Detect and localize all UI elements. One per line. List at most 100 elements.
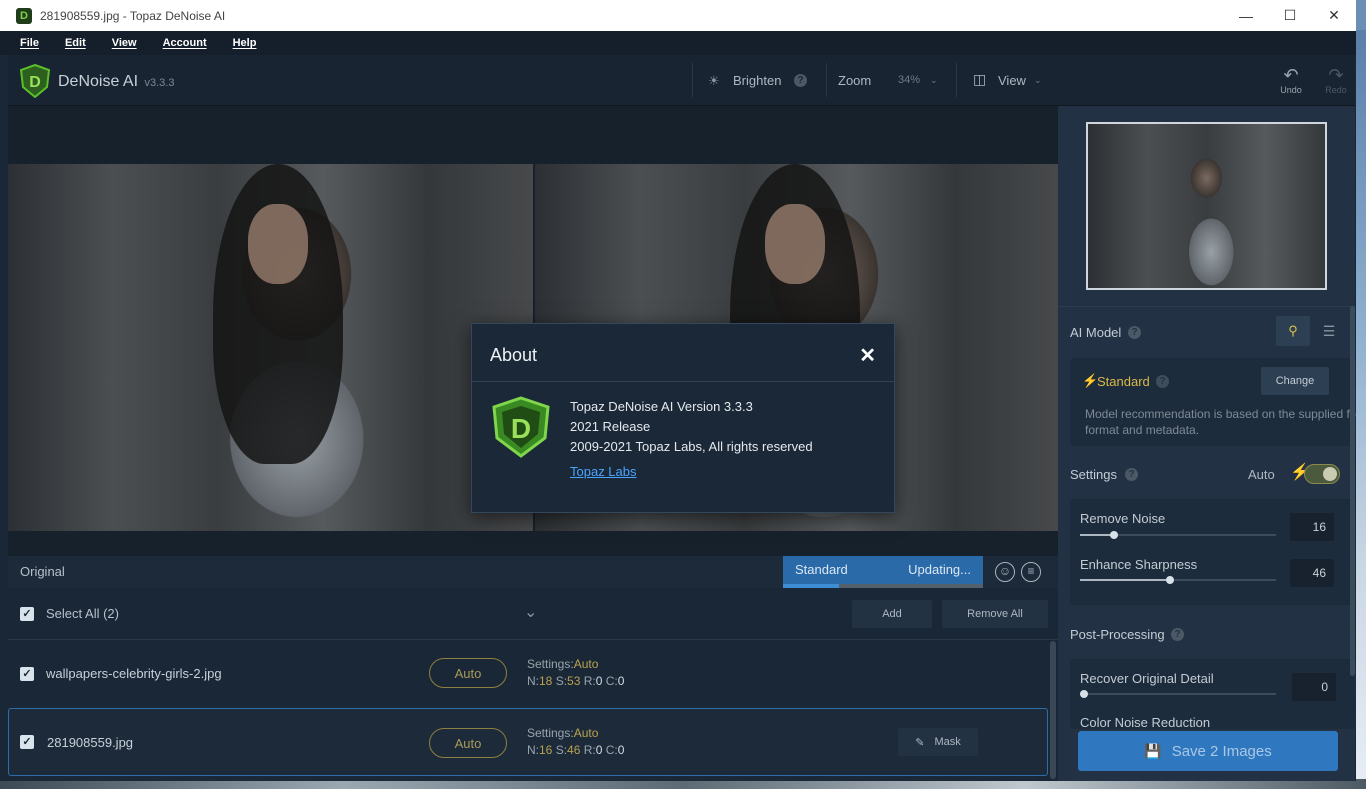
app-name: DeNoise AI v3.3.3 (58, 73, 174, 91)
change-model-button[interactable]: Change (1261, 367, 1329, 395)
remove-noise-label: Remove Noise (1080, 511, 1166, 526)
select-all-row: ✓ Select All (2) ⌄ Add Remove All (8, 588, 1058, 640)
enhance-sharpness-value[interactable]: 46 (1290, 559, 1334, 587)
redo-button[interactable]: ↷ Redo (1321, 65, 1351, 95)
file-list: ✓ Select All (2) ⌄ Add Remove All ✓ wall… (8, 588, 1058, 781)
settings-mode: Auto (573, 726, 599, 740)
undo-button[interactable]: ↶ Undo (1276, 65, 1306, 95)
slider-knob[interactable] (1080, 690, 1088, 698)
brush-icon: ✎ (915, 736, 925, 749)
file-checkbox[interactable]: ✓ (20, 735, 34, 749)
file-checkbox[interactable]: ✓ (20, 667, 34, 681)
save-images-button[interactable]: 💾 Save 2 Images (1078, 731, 1338, 771)
save-icon: 💾 (1144, 742, 1162, 759)
remove-all-button[interactable]: Remove All (942, 600, 1048, 628)
window-title: 281908559.jpg - Topaz DeNoise AI (40, 8, 226, 23)
dialog-close-icon[interactable]: ✕ (859, 343, 876, 368)
smile-feedback-icon[interactable]: ☺ (995, 562, 1015, 582)
menu-file[interactable]: File (20, 37, 39, 49)
app-logo-icon: D (16, 7, 32, 24)
ai-model-help-icon[interactable]: ? (1128, 326, 1141, 339)
model-help-icon[interactable]: ? (1156, 375, 1169, 388)
about-info: Topaz DeNoise AI Version 3.3.3 2021 Rele… (570, 397, 813, 482)
svg-text:D: D (511, 413, 531, 444)
menu-account[interactable]: Account (163, 37, 207, 49)
model-note: Model recommendation is based on the sup… (1085, 407, 1356, 437)
ai-model-label: AI Model (1070, 325, 1122, 340)
navigator-thumbnail[interactable] (1086, 122, 1327, 290)
neutral-feedback-icon[interactable]: ≡ (1021, 562, 1041, 582)
menu-view[interactable]: View (112, 37, 137, 49)
menu-edit[interactable]: Edit (65, 37, 86, 49)
list-scrollbar[interactable] (1050, 641, 1056, 779)
post-processing-card: Recover Original Detail 0 Color Noise Re… (1070, 659, 1356, 729)
noise-value: 16 (539, 743, 553, 757)
remove-noise-slider[interactable] (1080, 531, 1276, 539)
recover-value: 0 (595, 743, 603, 757)
collapse-chevron-icon[interactable]: ⌄ (524, 602, 537, 622)
brighten-icon: ☀ (708, 73, 720, 88)
slider-knob[interactable] (1110, 531, 1118, 539)
brighten-toggle[interactable]: Brighten (733, 73, 781, 88)
toolbar-divider (956, 63, 957, 97)
sharpness-value: 46 (567, 743, 581, 757)
mask-button[interactable]: ✎ Mask (898, 728, 978, 756)
panel-divider (1058, 306, 1355, 307)
chevron-down-icon[interactable]: ⌄ (1034, 75, 1042, 86)
recover-detail-value[interactable]: 0 (1292, 673, 1336, 701)
file-settings: Settings:Auto N:16 S:46 R:0 C:0 (527, 726, 625, 757)
model-status-bar[interactable]: Standard Updating... (783, 556, 983, 588)
model-label: Standard (795, 562, 848, 577)
minimize-button[interactable]: — (1223, 0, 1269, 31)
auto-button[interactable]: Auto (429, 658, 507, 688)
auto-toggle[interactable] (1304, 464, 1340, 484)
select-all-label[interactable]: Select All (2) (46, 606, 119, 621)
color-value: 0 (617, 743, 625, 757)
view-menu[interactable]: View (998, 73, 1026, 88)
menu-bar: File Edit View Account Help (0, 31, 1356, 55)
add-button[interactable]: Add (852, 600, 932, 628)
topaz-labs-link[interactable]: Topaz Labs (570, 462, 813, 482)
processing-status: Updating... (908, 562, 971, 577)
noise-sharpness-card: Remove Noise 16 Enhance Sharpness 46 (1070, 499, 1356, 605)
chevron-down-icon[interactable]: ⌄ (930, 75, 938, 86)
enhance-sharpness-label: Enhance Sharpness (1080, 557, 1198, 572)
model-card: ⚡ Standard ? Change Model recommendation… (1070, 358, 1356, 446)
slider-knob[interactable] (1166, 576, 1174, 584)
settings-help-icon[interactable]: ? (1125, 468, 1138, 481)
brighten-help-icon[interactable]: ? (794, 74, 807, 87)
settings-label: Settings: (527, 726, 574, 740)
zoom-select[interactable]: 34% (898, 74, 920, 86)
panel-scrollbar[interactable] (1350, 306, 1355, 676)
select-all-checkbox[interactable]: ✓ (20, 607, 34, 621)
enhance-sharpness-slider[interactable] (1080, 576, 1276, 584)
title-bar: D 281908559.jpg - Topaz DeNoise AI — ☐ ✕ (0, 0, 1356, 31)
settings-label: Settings: (527, 657, 574, 671)
app-window: D 281908559.jpg - Topaz DeNoise AI — ☐ ✕… (0, 0, 1356, 781)
maximize-button[interactable]: ☐ (1267, 0, 1313, 31)
settings-panel: AI Model ? ⚲ ☰ ⚡ Standard ? Change Model… (1058, 106, 1356, 781)
menu-help[interactable]: Help (233, 37, 257, 49)
zoom-label: Zoom (838, 73, 872, 88)
list-item-selected[interactable]: ✓ 281908559.jpg Auto Settings:Auto N:16 … (8, 708, 1048, 776)
auto-button[interactable]: Auto (429, 728, 507, 758)
release-text: 2021 Release (570, 419, 651, 434)
undo-label: Undo (1280, 85, 1302, 95)
close-button[interactable]: ✕ (1311, 0, 1356, 31)
file-name: 281908559.jpg (47, 735, 134, 750)
copyright-text: 2009-2021 Topaz Labs, All rights reserve… (570, 439, 813, 454)
settings-label: Settings (1070, 467, 1117, 482)
app-name-text: DeNoise AI (58, 73, 139, 90)
color-noise-label: Color Noise Reduction (1080, 715, 1211, 729)
image-face (248, 204, 308, 284)
settings-mode: Auto (573, 657, 599, 671)
mask-label: Mask (934, 736, 961, 748)
desktop-background (1355, 30, 1366, 789)
auto-label: Auto (1248, 467, 1275, 482)
list-item[interactable]: ✓ wallpapers-celebrity-girls-2.jpg Auto … (8, 640, 1048, 708)
model-list-icon[interactable]: ☰ (1314, 316, 1344, 346)
recover-detail-slider[interactable] (1080, 690, 1276, 698)
remove-noise-value[interactable]: 16 (1290, 513, 1334, 541)
post-processing-help-icon[interactable]: ? (1171, 628, 1184, 641)
model-recommend-icon[interactable]: ⚲ (1276, 316, 1310, 346)
